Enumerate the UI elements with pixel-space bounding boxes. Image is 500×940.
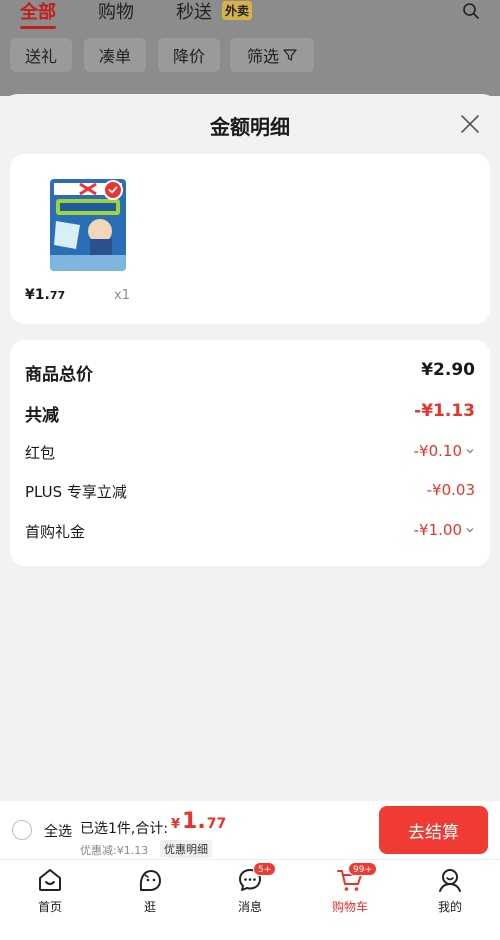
waimai-badge: 外卖 [222, 1, 253, 20]
chip-label: 筛选 [246, 47, 279, 66]
chip-price-drop[interactable]: 降价 [158, 38, 220, 72]
row-first-purchase-gift[interactable]: 首购礼金 -¥1.00 [25, 521, 475, 545]
row-value: -¥1.00 [413, 521, 462, 539]
total-decimal: 77 [206, 816, 227, 832]
chevron-down-icon [466, 528, 474, 533]
row-value: ¥2.90 [421, 360, 475, 380]
price-main: ¥1. [25, 287, 50, 303]
tab-label: 我的 [437, 900, 462, 914]
selection-summary: 已选1件,合计: [80, 821, 169, 837]
product-quantity: x1 [114, 288, 130, 303]
row-total-discount: 共减 -¥1.13 [25, 401, 475, 426]
row-label: 红包 [25, 444, 56, 462]
tab-underline [20, 26, 56, 29]
price-breakdown-card: 商品总价 ¥2.90 共减 -¥1.13 红包 -¥0.10 PLUS 专享立减… [10, 340, 490, 566]
chip-filter[interactable]: 筛选 [230, 38, 314, 72]
chip-label: 降价 [172, 47, 205, 66]
tab-home[interactable]: 首页 [10, 860, 90, 920]
discount-amount: 优惠减:¥1.13 [80, 844, 149, 857]
tab-profile[interactable]: 我的 [410, 860, 490, 920]
row-value-wrap: -¥1.00 [414, 521, 475, 539]
row-label: 商品总价 [25, 365, 93, 385]
select-all-label[interactable]: 全选 [44, 821, 72, 841]
tab-label: 购物车 [331, 900, 368, 914]
filter-icon [283, 49, 297, 61]
tab-label: 逛 [143, 900, 156, 914]
chip-label: 送礼 [24, 47, 57, 66]
total-int: 1. [182, 809, 206, 834]
face-icon [139, 870, 161, 891]
row-value: -¥1.13 [414, 401, 475, 421]
chip-label: 凑单 [98, 47, 131, 66]
select-all-radio[interactable] [12, 820, 32, 840]
top-tabs: 全部 购物 秒送 外卖 [0, 0, 500, 30]
row-value: -¥0.03 [426, 481, 475, 499]
tab-shopping[interactable]: 购物 [98, 0, 134, 24]
message-count-badge: 5+ [253, 862, 277, 876]
tab-label: 首页 [37, 900, 62, 914]
row-value-wrap: -¥0.10 [414, 442, 475, 460]
total-price: ¥ 1. 77 [171, 809, 226, 834]
currency-symbol: ¥ [171, 817, 181, 832]
bottom-tab-bar: 首页 逛 5+ 消息 99+ 购物车 我的 [0, 859, 500, 940]
home-icon [39, 869, 61, 891]
tab-messages[interactable]: 5+ 消息 [210, 860, 290, 920]
row-label: PLUS 专享立减 [25, 483, 127, 501]
tab-miaosong[interactable]: 秒送 [176, 0, 212, 24]
chip-gift[interactable]: 送礼 [10, 38, 72, 72]
row-label: 共减 [25, 406, 59, 426]
row-value: -¥0.10 [413, 442, 462, 460]
profile-icon [439, 869, 461, 892]
settle-bar: 全选 已选1件,合计: ¥ 1. 77 优惠减:¥1.13 优惠明细 去结算 [0, 801, 500, 859]
checkout-button[interactable]: 去结算 [379, 806, 488, 854]
close-icon[interactable] [458, 112, 482, 136]
chip-bundle[interactable]: 凑单 [84, 38, 146, 72]
product-price: ¥1.77 [25, 287, 65, 303]
chevron-down-icon [466, 449, 474, 454]
sheet-title: 金额明细 [210, 115, 290, 139]
row-plus-discount: PLUS 专享立减 -¥0.03 [25, 481, 475, 505]
row-label: 首购礼金 [25, 523, 86, 541]
tab-cart[interactable]: 99+ 购物车 [310, 860, 390, 920]
tab-all[interactable]: 全部 [20, 0, 56, 24]
product-card: ¥1.77 x1 [10, 154, 490, 324]
price-decimal: 77 [49, 289, 66, 302]
tab-browse[interactable]: 逛 [110, 860, 190, 920]
discount-detail-link[interactable]: 优惠明细 [160, 840, 212, 858]
row-subtotal: 商品总价 ¥2.90 [25, 360, 475, 385]
selected-check-icon[interactable] [103, 180, 123, 200]
cart-count-badge: 99+ [348, 862, 377, 876]
tab-label: 消息 [237, 900, 262, 914]
search-icon[interactable] [462, 2, 480, 20]
row-red-packet[interactable]: 红包 -¥0.10 [25, 442, 475, 466]
